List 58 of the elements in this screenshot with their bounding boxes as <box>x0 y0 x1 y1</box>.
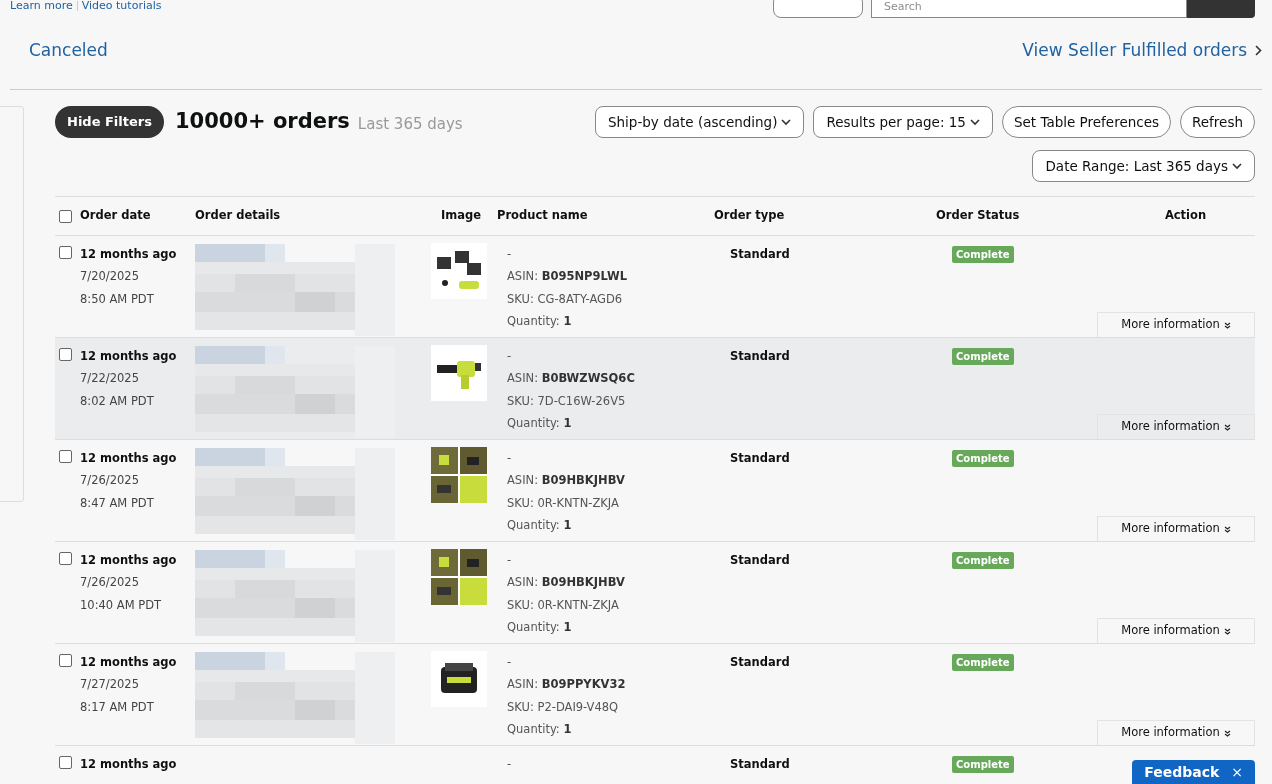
asin-text: ASIN: B09HBKJHBV <box>507 472 626 490</box>
order-age: 12 months ago <box>80 246 177 263</box>
order-date: 7/26/2025 <box>80 472 140 490</box>
product-name: - <box>507 450 513 467</box>
product-name: - <box>507 552 513 569</box>
column-header: Action <box>1164 207 1207 225</box>
quantity-text: Quantity: 1 <box>507 516 573 534</box>
order-date: 7/27/2025 <box>80 676 140 694</box>
order-age: 12 months ago <box>80 348 177 365</box>
sku-text: SKU: 7D-C16W-26V5 <box>507 392 627 410</box>
product-name: - <box>507 348 513 365</box>
order-age: 12 months ago <box>80 552 177 569</box>
asin-text: ASIN: B0BWZWSQ6C <box>507 370 636 388</box>
order-type: Standard <box>730 349 790 363</box>
order-age: 12 months ago <box>80 654 177 671</box>
status-badge: Complete <box>952 450 1014 467</box>
quantity-text: Quantity: 1 <box>507 312 573 330</box>
product-name: - <box>507 756 513 773</box>
asin-text: ASIN: B095NP9LWL <box>507 268 628 286</box>
status-badge: Complete <box>952 348 1014 365</box>
order-date: 7/26/2025 <box>80 574 140 592</box>
order-date: 7/20/2025 <box>80 268 140 286</box>
column-header: Product name <box>497 207 588 225</box>
sku-text: SKU: CG-8ATY-AGD6 <box>507 290 624 308</box>
period-label: Last 365 days <box>357 113 463 135</box>
order-time: 8:02 AM PDT <box>80 392 155 410</box>
order-age: 12 months ago <box>80 756 177 773</box>
product-name: - <box>507 654 513 671</box>
column-header: Order Status <box>936 207 1020 225</box>
order-type: Standard <box>730 553 790 567</box>
quantity-text: Quantity: 1 <box>507 618 573 636</box>
order-type: Standard <box>730 757 790 771</box>
quantity-text: Quantity: 1 <box>507 414 573 432</box>
order-type: Standard <box>730 247 790 261</box>
order-time: 8:50 AM PDT <box>80 290 155 308</box>
sku-text: SKU: 0R-KNTN-ZKJA <box>507 596 620 614</box>
column-header: Order type <box>714 207 785 225</box>
asin-text: ASIN: B09HBKJHBV <box>507 574 626 592</box>
sku-text: SKU: 0R-KNTN-ZKJA <box>507 494 620 512</box>
sku-text: SKU: P2-DAI9-V48Q <box>507 698 620 716</box>
status-badge: Complete <box>952 654 1014 671</box>
status-badge: Complete <box>952 552 1014 569</box>
order-date: 7/22/2025 <box>80 370 140 388</box>
column-header: Image <box>440 207 481 225</box>
asin-text: ASIN: B09PPYKV32 <box>507 676 627 694</box>
column-header: Order date <box>80 207 151 225</box>
order-time: 8:47 AM PDT <box>80 494 155 512</box>
order-count: 10000+ orders <box>174 108 350 136</box>
column-header: Order details <box>195 207 281 225</box>
order-type: Standard <box>730 451 790 465</box>
status-badge: Complete <box>952 756 1014 773</box>
quantity-text: Quantity: 1 <box>507 720 573 738</box>
product-name: - <box>507 246 513 263</box>
order-time: 10:40 AM PDT <box>80 596 163 614</box>
order-type: Standard <box>730 655 790 669</box>
status-badge: Complete <box>952 246 1014 263</box>
order-time: 8:17 AM PDT <box>80 698 155 716</box>
order-age: 12 months ago <box>80 450 177 467</box>
